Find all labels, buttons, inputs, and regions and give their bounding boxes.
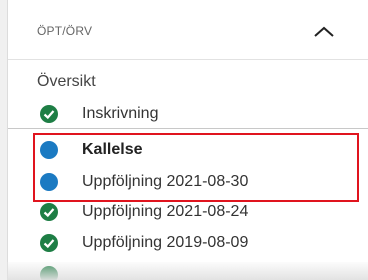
- list-item-label: Uppföljning 2021-08-24: [82, 203, 249, 220]
- check-circle-icon: [40, 203, 58, 221]
- check-circle-icon: [40, 234, 58, 252]
- section-title: ÖPT/ÖRV: [37, 24, 93, 38]
- check-circle-icon: [40, 105, 58, 123]
- status-dot-icon: [40, 173, 58, 191]
- bottom-fade: [7, 262, 368, 280]
- list-item-label: Inskrivning: [82, 105, 159, 122]
- sidebar-panel: ÖPT/ÖRV Översikt Inskrivning Kallelse Up…: [7, 0, 368, 280]
- list-item-label: Kallelse: [82, 141, 143, 158]
- divider: [7, 128, 368, 129]
- chevron-up-icon[interactable]: [313, 24, 335, 40]
- list-item-inskrivning[interactable]: Inskrivning: [7, 99, 368, 129]
- section-header[interactable]: ÖPT/ÖRV: [7, 0, 368, 60]
- list-item-uppfoljning-2019-08-09[interactable]: Uppföljning 2019-08-09: [7, 228, 368, 258]
- list-item-uppfoljning-2021-08-24[interactable]: Uppföljning 2021-08-24: [7, 197, 368, 227]
- list-item-label: Uppföljning 2019-08-09: [82, 234, 249, 251]
- panel-left-border: [7, 0, 8, 280]
- status-dot-icon: [40, 141, 58, 159]
- overview-label[interactable]: Översikt: [37, 73, 96, 91]
- list-item-label: Uppföljning 2021-08-30: [82, 173, 249, 190]
- list-item-kallelse[interactable]: Kallelse: [7, 135, 368, 165]
- list-item-uppfoljning-2021-08-30[interactable]: Uppföljning 2021-08-30: [7, 167, 368, 197]
